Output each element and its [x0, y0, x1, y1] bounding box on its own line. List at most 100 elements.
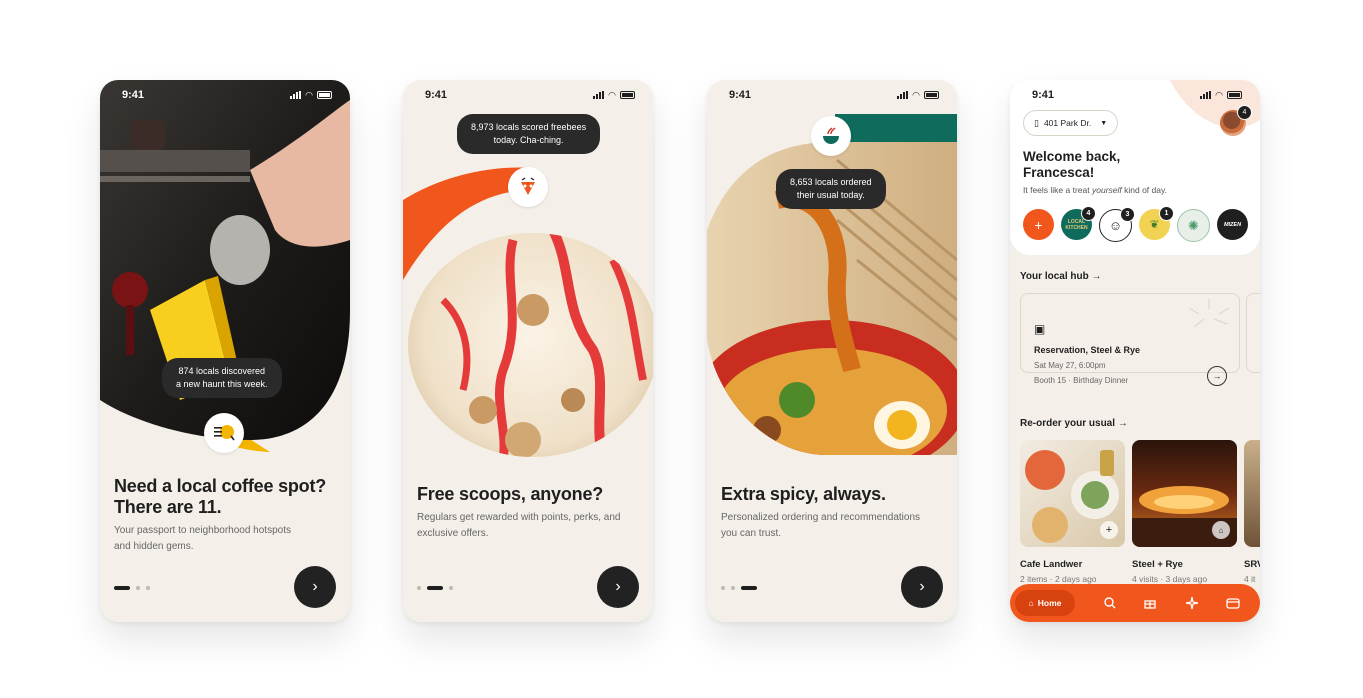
reorder-card-steel-rye[interactable]: ⌂ [1132, 440, 1237, 547]
page-dot-1 [417, 586, 421, 590]
restaurant-wordmark: MIZEN [1223, 221, 1242, 228]
chevron-right-icon: › [919, 578, 925, 595]
page-indicator [417, 586, 453, 590]
stat-pill-line1: 8,653 locals ordered [790, 177, 872, 187]
nav-wallet[interactable] [1225, 595, 1241, 611]
next-button[interactable]: › [901, 566, 943, 608]
address-label: 401 Park Dr. [1043, 118, 1092, 128]
next-hub-card[interactable] [1246, 293, 1260, 373]
headline-line1: Need a local coffee spot? [114, 476, 327, 496]
page-dot-3 [449, 586, 453, 590]
reorder-meta: 2 items · 2 days ago [1020, 574, 1097, 584]
address-selector[interactable]: ▯ 401 Park Dr. ▼ [1023, 110, 1119, 136]
onboarding-screen-scoops: 9:41 ◠ 8,973 locals scored freebees toda… [403, 80, 653, 622]
signal-icon [897, 91, 909, 99]
reorder-card-cafe-landwer[interactable]: + [1020, 440, 1125, 547]
home-screen: 9:41 ◠ ▯ 401 Park Dr. ▼ 4 Welcome back, … [1010, 80, 1260, 622]
reservation-card[interactable]: ▣ Reservation, Steel & Rye Sat May 27, 6… [1020, 293, 1240, 386]
description: Personalized ordering and recommendation… [721, 510, 920, 542]
page-dot-3 [146, 586, 150, 590]
stat-pill-line1: 874 locals discovered [178, 366, 266, 376]
arrow-right-icon: → [1091, 271, 1102, 282]
wifi-icon: ◠ [305, 90, 313, 100]
restaurant-local-kitchen[interactable]: LOCAL KITCHEN 4 [1061, 206, 1096, 240]
restaurant-chef-logo[interactable]: ☺ 3 [1099, 207, 1135, 242]
nav-search[interactable] [1102, 595, 1118, 611]
nav-home-label: Home [1037, 598, 1062, 608]
reservation-open-button[interactable]: → [1207, 366, 1227, 386]
status-bar: 9:41 ◠ [707, 80, 957, 110]
reservation-occasion: Birthday Dinner [1073, 376, 1129, 385]
subtitle-text-end: kind of day. [1121, 185, 1167, 195]
search-icon [1104, 597, 1116, 609]
next-button[interactable]: › [597, 566, 639, 608]
headline-line2: There are 11. [114, 497, 222, 517]
signal-icon [1200, 91, 1212, 99]
avatar[interactable]: 4 [1220, 105, 1252, 136]
page-dot-2 [731, 586, 735, 590]
headline: Need a local coffee spot? There are 11. [114, 476, 326, 518]
status-icons: ◠ [593, 90, 635, 100]
subtitle-text: It feels like a treat [1023, 185, 1092, 195]
headline-line1: Extra spicy, always. [721, 484, 886, 504]
page-dot-2 [136, 586, 140, 590]
reservation-icon-button[interactable]: ⌂ [1212, 521, 1230, 539]
welcome-subtitle: It feels like a treat yourself kind of d… [1023, 185, 1167, 195]
signal-icon [593, 91, 605, 99]
description-line2: exclusive offers. [417, 528, 489, 539]
description: Your passport to neighborhood hotspots a… [114, 523, 291, 555]
restaurant-mizen[interactable]: MIZEN [1217, 209, 1248, 240]
nav-rewards[interactable] [1142, 595, 1158, 611]
sparkle-icon [1185, 596, 1199, 610]
reservation-details: Booth 15 · Birthday Dinner [1034, 376, 1129, 385]
wifi-icon: ◠ [608, 90, 616, 100]
restaurant-yellow-logo[interactable]: ❦ 1 [1139, 206, 1174, 240]
leaf-icon: ❦ [1149, 219, 1160, 231]
status-icons: ◠ [290, 90, 332, 100]
restaurant-green-seal[interactable]: ✺ [1177, 209, 1210, 242]
stat-pill-line1: 8,973 locals scored freebees [471, 122, 587, 132]
welcome-line1: Welcome back, [1023, 149, 1121, 164]
reorder-section-title[interactable]: Re-order your usual → [1020, 418, 1128, 429]
stat-pill-line2: a new haunt this week. [176, 379, 268, 389]
passport-icon [204, 413, 244, 453]
add-to-cart-button[interactable]: + [1100, 521, 1118, 539]
restaurant-badge: 3 [1120, 207, 1135, 222]
next-button[interactable]: › [294, 566, 336, 608]
page-dot-2 [427, 586, 443, 590]
headline: Free scoops, anyone? [417, 484, 603, 505]
battery-icon [1227, 91, 1242, 99]
calendar-icon: ▣ [1034, 322, 1046, 336]
reservation-title: Reservation, Steel & Rye [1034, 345, 1141, 355]
restaurant-logo-icon [508, 167, 548, 207]
headline-line1: Free scoops, anyone? [417, 484, 604, 504]
status-bar: 9:41 ◠ [100, 80, 350, 110]
battery-icon [620, 91, 635, 99]
page-dot-1 [721, 586, 725, 590]
nav-home[interactable]: ⌂ Home [1015, 590, 1075, 616]
status-icons: ◠ [1200, 91, 1242, 100]
signal-icon [290, 91, 302, 99]
nav-discover[interactable] [1184, 595, 1200, 611]
hub-section-title[interactable]: Your local hub → [1020, 271, 1102, 282]
onboarding-screen-coffee: 9:41 ◠ 874 locals discovered a new haunt… [100, 80, 350, 622]
description-line2: and hidden gems. [114, 541, 194, 552]
chevron-down-icon: ▼ [1100, 119, 1108, 127]
sparkle-decoration [1188, 299, 1230, 328]
chef-icon: ☺ [1108, 218, 1123, 233]
stat-pill: 874 locals discovered a new haunt this w… [162, 358, 282, 398]
description-line1: Regulars get rewarded with points, perks… [417, 512, 621, 523]
reorder-name: SRV [1244, 559, 1260, 570]
status-bar: 9:41 ◠ [1010, 80, 1260, 110]
page-indicator [114, 586, 150, 590]
wallet-icon [1226, 598, 1240, 609]
status-bar: 9:41 ◠ [403, 80, 653, 110]
description-line2: you can trust. [721, 528, 782, 539]
hub-title-text: Your local hub [1020, 271, 1089, 282]
reservation-date: Sat May 27, 6:00pm [1034, 361, 1106, 370]
add-restaurant-button[interactable]: + [1023, 209, 1054, 240]
gift-icon [1144, 600, 1156, 609]
status-icons: ◠ [897, 91, 939, 100]
reorder-card-srv[interactable] [1244, 440, 1260, 547]
status-time: 9:41 [1032, 89, 1055, 101]
